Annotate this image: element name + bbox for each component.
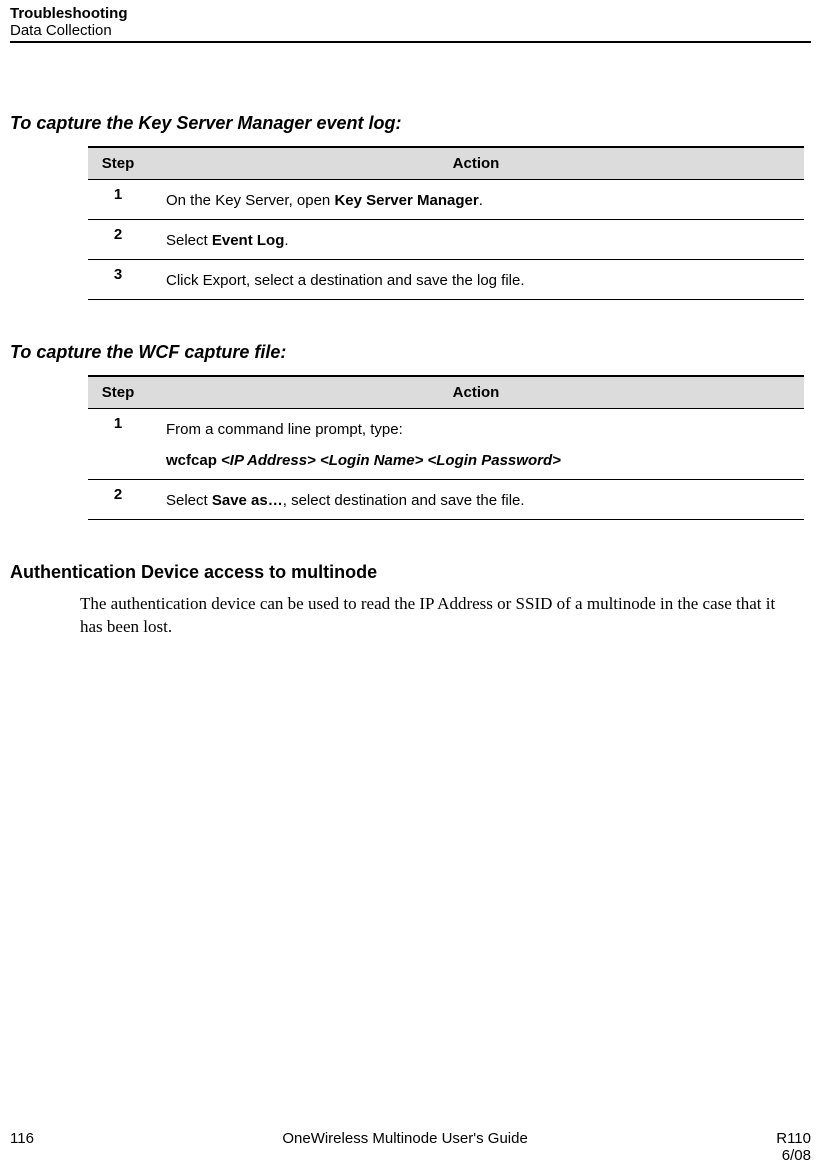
body-paragraph: The authentication device can be used to… — [80, 593, 781, 639]
subsection-heading: Authentication Device access to multinod… — [10, 562, 811, 583]
col-step: Step — [88, 147, 148, 180]
footer-date: 6/08 — [782, 1147, 811, 1164]
page-header: Troubleshooting Data Collection — [10, 5, 811, 43]
page-number: 116 — [10, 1130, 34, 1147]
table-row: 3 Click Export, select a destination and… — [88, 260, 804, 300]
col-action: Action — [148, 376, 804, 409]
step-action: On the Key Server, open Key Server Manag… — [148, 180, 804, 220]
footer-rev: R110 — [776, 1130, 811, 1147]
col-action: Action — [148, 147, 804, 180]
footer-title: OneWireless Multinode User's Guide — [34, 1130, 776, 1147]
step-action: From a command line prompt, type: wcfcap… — [148, 409, 804, 480]
header-subtitle: Data Collection — [10, 22, 811, 39]
table-row: 2 Select Save as…, select destination an… — [88, 480, 804, 520]
step-num: 1 — [88, 180, 148, 220]
header-title: Troubleshooting — [10, 5, 811, 22]
section2-title: To capture the WCF capture file: — [10, 342, 811, 363]
table-row: 1 From a command line prompt, type: wcfc… — [88, 409, 804, 480]
col-step: Step — [88, 376, 148, 409]
section1-title: To capture the Key Server Manager event … — [10, 113, 811, 134]
step-num: 2 — [88, 480, 148, 520]
step-action: Select Event Log. — [148, 220, 804, 260]
section2-table: Step Action 1 From a command line prompt… — [88, 375, 804, 520]
step-action: Select Save as…, select destination and … — [148, 480, 804, 520]
section1-table: Step Action 1 On the Key Server, open Ke… — [88, 146, 804, 300]
step-action: Click Export, select a destination and s… — [148, 260, 804, 300]
table-row: 1 On the Key Server, open Key Server Man… — [88, 180, 804, 220]
step-num: 3 — [88, 260, 148, 300]
table-row: 2 Select Event Log. — [88, 220, 804, 260]
step-num: 2 — [88, 220, 148, 260]
step-num: 1 — [88, 409, 148, 480]
page-footer: 116 OneWireless Multinode User's Guide R… — [10, 1130, 811, 1164]
